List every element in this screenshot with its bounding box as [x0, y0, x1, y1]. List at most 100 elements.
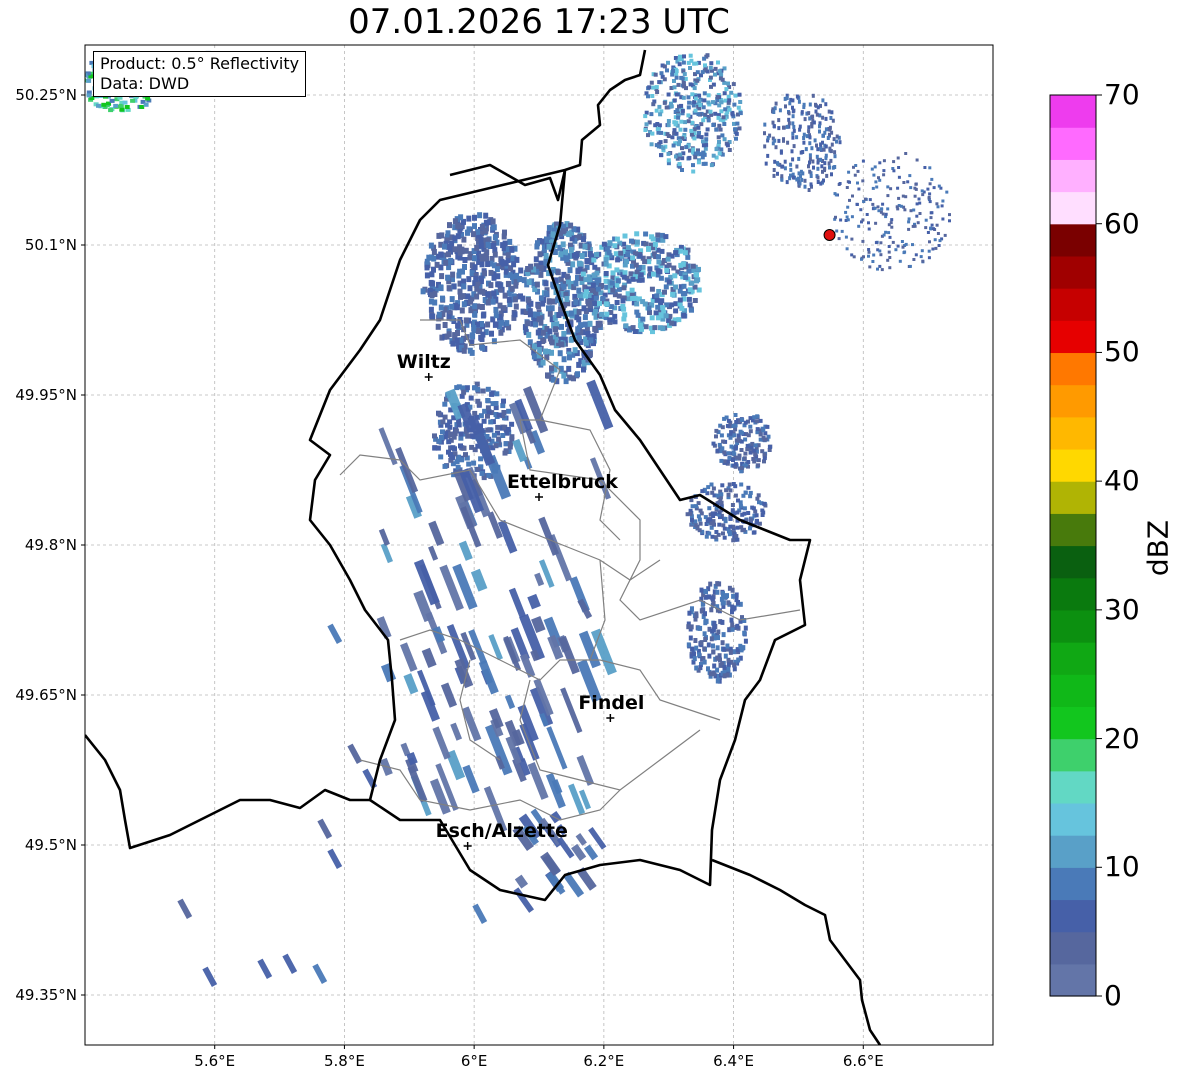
echo-pixel	[742, 630, 747, 636]
echo-pixel	[620, 298, 626, 304]
echo-pixel	[719, 109, 724, 114]
echo-pixel	[904, 242, 908, 246]
echo-pixel	[575, 371, 580, 378]
echo-pixel	[846, 205, 850, 209]
echo-pixel	[537, 346, 543, 353]
echo-pixel	[572, 347, 578, 354]
echo-pixel	[871, 186, 875, 190]
echo-pixel	[674, 92, 679, 97]
echo-pixel	[700, 155, 705, 160]
echo-pixel	[618, 250, 624, 256]
echo-pixel	[651, 271, 656, 277]
echo-pixel	[816, 105, 820, 110]
echo-pixel	[884, 230, 888, 234]
echo-pixel	[920, 189, 924, 193]
echo-pixel	[827, 109, 831, 114]
lon-tick-label: 5.8°E	[324, 1052, 365, 1070]
echo-pixel	[613, 251, 619, 257]
echo-pixel	[861, 159, 865, 163]
echo-pixel	[659, 71, 664, 76]
echo-pixel	[791, 157, 795, 162]
lat-tick-label: 49.8°N	[24, 536, 77, 554]
echo-pixel	[726, 418, 731, 423]
echo-pixel	[833, 150, 837, 155]
echo-pixel	[743, 451, 748, 456]
echo-pixel	[479, 261, 485, 268]
echo-pixel	[101, 102, 107, 107]
echo-pixel	[692, 86, 697, 91]
echo-pixel	[898, 259, 902, 263]
echo-pixel	[795, 164, 799, 169]
echo-pixel	[501, 398, 506, 404]
echo-pixel	[501, 305, 507, 312]
echo-pixel	[699, 135, 704, 140]
colorbar-bin	[1050, 577, 1096, 611]
echo-pixel	[792, 144, 796, 149]
echo-pixel	[815, 112, 819, 117]
echo-pixel	[788, 101, 792, 106]
echo-pixel	[727, 482, 732, 487]
echo-pixel	[698, 103, 703, 107]
echo-pixel	[654, 85, 659, 90]
echo-pixel	[732, 662, 737, 668]
echo-pixel	[468, 298, 474, 305]
echo-pixel	[907, 227, 911, 231]
echo-pixel	[471, 231, 476, 238]
echo-pixel	[731, 450, 736, 455]
echo-pixel	[625, 252, 631, 258]
echo-pixel	[783, 159, 787, 164]
echo-pixel	[694, 504, 699, 509]
echo-pixel	[707, 653, 712, 659]
echo-pixel	[471, 460, 477, 466]
echo-pixel	[506, 296, 512, 303]
echo-pixel	[808, 153, 812, 158]
echo-pixel	[471, 325, 477, 331]
echo-pixel	[714, 530, 719, 534]
echo-pixel	[447, 419, 453, 425]
echo-pixel	[940, 204, 944, 208]
echo-pixel	[458, 214, 464, 221]
echo-pixel	[436, 311, 442, 318]
echo-pixel	[673, 284, 679, 290]
echo-pixel	[499, 259, 505, 266]
echo-pixel	[743, 625, 748, 631]
echo-pixel	[797, 156, 801, 161]
echo-pixel	[912, 208, 916, 212]
echo-pixel	[461, 236, 467, 243]
echo-pixel	[655, 127, 660, 131]
echo-pixel	[480, 344, 486, 351]
echo-pixel	[726, 666, 731, 672]
echo-pixel	[488, 282, 494, 289]
echo-pixel	[716, 135, 721, 140]
echo-pixel	[881, 202, 885, 206]
echo-pixel	[726, 451, 731, 456]
echo-pixel	[821, 98, 825, 103]
echo-pixel	[808, 135, 812, 140]
echo-pixel	[691, 169, 696, 174]
echo-pixel	[438, 454, 444, 460]
echo-pixel	[927, 195, 931, 199]
echo-pixel	[928, 192, 932, 196]
echo-pixel	[733, 93, 738, 98]
echo-pixel	[735, 525, 740, 530]
product-text: Product: 0.5° Reflectivity	[100, 54, 300, 73]
echo-pixel	[692, 136, 697, 141]
colorbar	[1049, 94, 1102, 997]
echo-pixel	[691, 163, 695, 168]
echo-pixel	[687, 100, 692, 105]
echo-pixel	[615, 278, 621, 284]
echo-pixel	[642, 301, 648, 307]
echo-pixel	[789, 167, 793, 172]
echo-pixel	[857, 187, 861, 191]
echo-pixel	[649, 315, 655, 321]
echo-pixel	[718, 127, 723, 132]
echo-pixel	[721, 115, 726, 120]
echo-pixel	[521, 277, 527, 284]
echo-pixel	[924, 218, 928, 222]
echo-pixel	[672, 85, 677, 90]
echo-pixel	[808, 157, 812, 162]
echo-pixel	[887, 245, 891, 248]
echo-pixel	[726, 492, 731, 497]
echo-pixel	[604, 311, 610, 317]
lat-tick-label: 50.1°N	[24, 236, 77, 254]
